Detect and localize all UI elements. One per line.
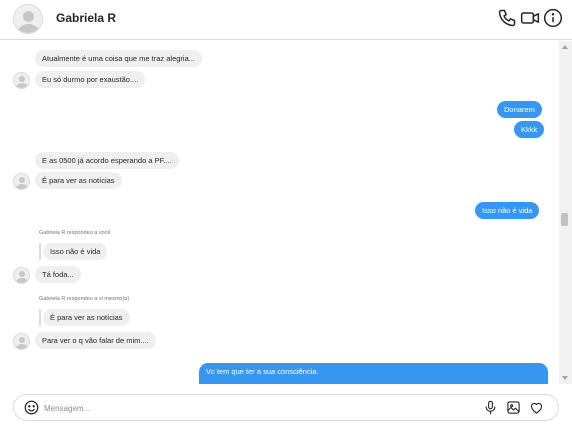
message-incoming[interactable]: Eu só durmo por exaustão.... — [35, 71, 146, 88]
reply-meta: Gabriela R respondeu a si mesmo(a) — [39, 296, 130, 302]
microphone-icon[interactable] — [483, 400, 498, 415]
message-outgoing[interactable]: Kkkk — [514, 121, 545, 138]
reply-indicator — [39, 309, 41, 326]
sender-avatar[interactable] — [13, 72, 30, 89]
message-composer — [13, 394, 559, 421]
video-icon[interactable] — [520, 8, 540, 28]
thread-scrollbar[interactable] — [559, 41, 572, 384]
quoted-message[interactable]: Isso não é vida — [43, 243, 108, 260]
sender-avatar[interactable] — [13, 173, 30, 190]
contact-avatar[interactable] — [13, 4, 43, 34]
message-incoming[interactable]: É para ver as notícias — [35, 172, 122, 189]
message-incoming[interactable]: Atualmente é uma coisa que me traz alegr… — [35, 50, 202, 67]
message-input[interactable] — [44, 400, 464, 416]
message-thread: Atualmente é uma coisa que me traz alegr… — [0, 41, 572, 384]
emoji-icon[interactable] — [24, 400, 39, 415]
sender-avatar[interactable] — [13, 267, 30, 284]
phone-icon[interactable] — [497, 8, 517, 28]
sender-avatar[interactable] — [13, 333, 30, 350]
message-incoming[interactable]: E as 0500 já acordo esperando a PF.... — [35, 152, 179, 169]
scroll-down-arrow[interactable] — [562, 376, 568, 380]
quoted-message[interactable]: É para ver as notícias — [43, 309, 130, 326]
reply-indicator — [39, 243, 41, 260]
info-icon[interactable] — [543, 8, 563, 28]
heart-icon[interactable] — [529, 400, 544, 415]
message-outgoing[interactable]: Isso não é vida — [475, 202, 540, 219]
message-outgoing[interactable]: Donarem — [497, 101, 542, 118]
message-outgoing[interactable]: Vc tem que ter a sua consciência. — [199, 363, 548, 384]
chat-header: Gabriela R — [0, 0, 572, 40]
image-icon[interactable] — [506, 400, 521, 415]
reply-meta: Gabriela R respondeu a você — [39, 230, 111, 236]
message-incoming[interactable]: Tá foda... — [35, 266, 81, 283]
scroll-up-arrow[interactable] — [562, 45, 568, 49]
contact-name[interactable]: Gabriela R — [56, 11, 116, 25]
message-incoming[interactable]: Para ver o q vão falar de mim.... — [35, 332, 156, 349]
scroll-thumb[interactable] — [561, 213, 568, 226]
